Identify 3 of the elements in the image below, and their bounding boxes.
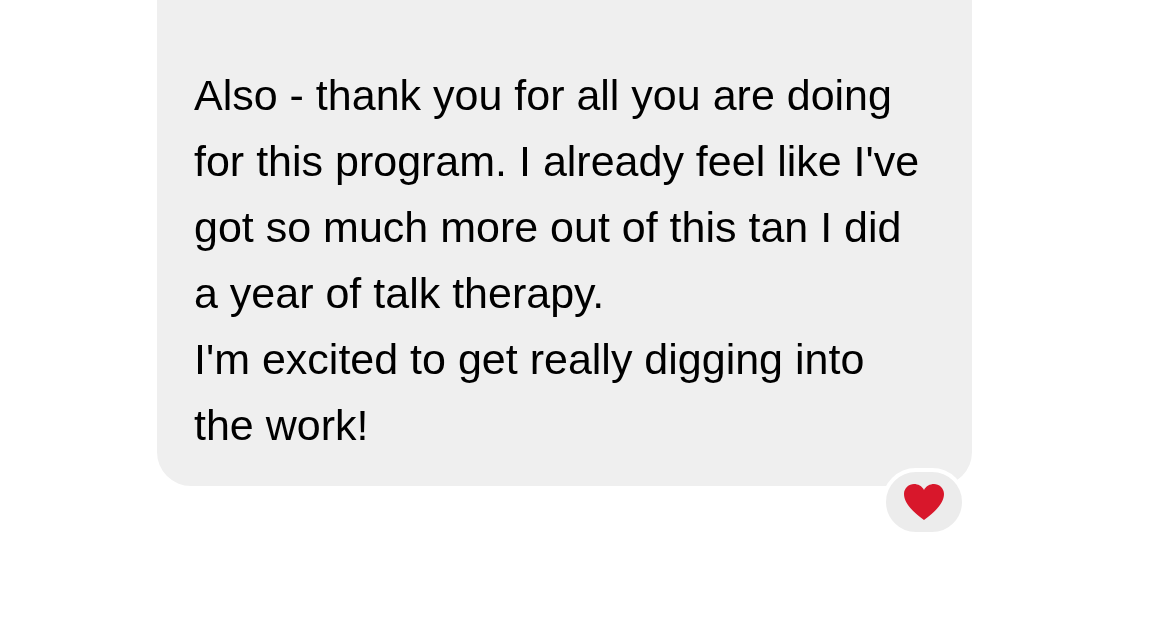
- heart-icon: [902, 482, 946, 522]
- message-text: I'm excited to get really digging into the work!: [194, 334, 866, 451]
- message-text: Also - thank you for all you are doing for this program. I already feel like I've got so much more out of this tan I did a year of talk therapy.: [194, 70, 921, 319]
